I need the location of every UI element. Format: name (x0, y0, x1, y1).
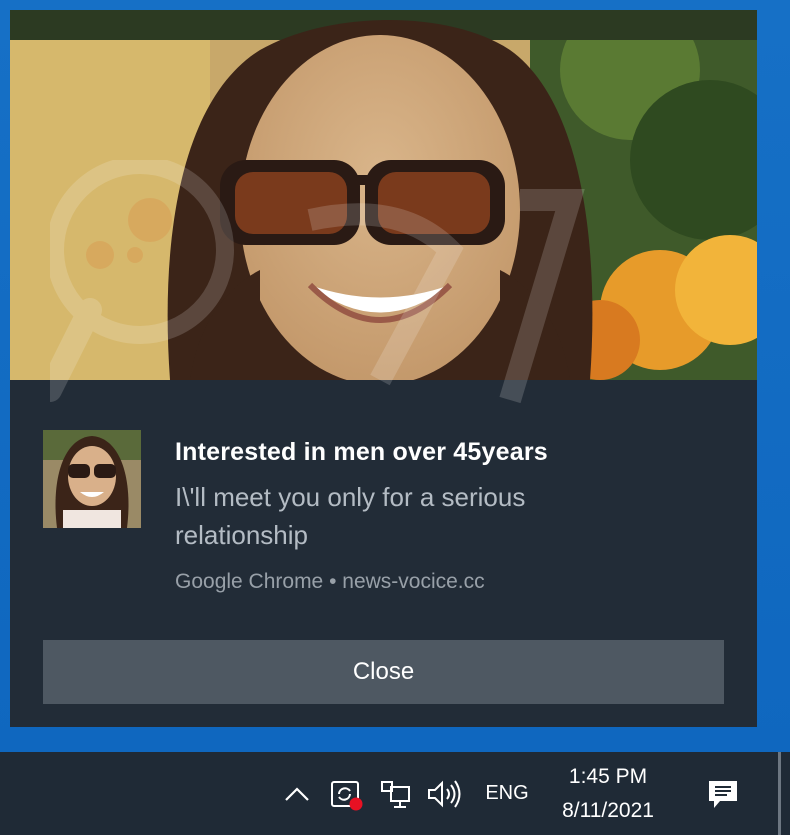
show-desktop-edge[interactable] (778, 752, 781, 835)
network-icon[interactable] (376, 752, 416, 835)
notification-body: Interested in men over 45years I\'ll mee… (10, 380, 757, 727)
update-alert-icon[interactable] (326, 752, 366, 835)
clock-time: 1:45 PM (568, 765, 648, 788)
language-indicator[interactable]: ENG (476, 752, 538, 835)
chevron-up-icon[interactable] (280, 752, 314, 835)
close-button[interactable]: Close (43, 640, 724, 704)
sender-avatar (43, 430, 141, 528)
notification-attribution: Google Chrome • news-vocice.cc (175, 570, 485, 593)
volume-icon[interactable] (424, 752, 464, 835)
hero-image (10, 10, 757, 380)
notification-message: I\'ll meet you only for a serious relati… (175, 482, 526, 550)
clock[interactable]: 1:45 PM 8/11/2021 (548, 760, 668, 828)
toast-notification[interactable]: Interested in men over 45years I\'ll mee… (10, 10, 757, 727)
clock-date: 8/11/2021 (562, 799, 654, 822)
action-center-icon[interactable] (700, 752, 746, 835)
taskbar: ENG 1:45 PM 8/11/2021 (0, 752, 790, 835)
notification-title: Interested in men over 45years (175, 438, 548, 466)
